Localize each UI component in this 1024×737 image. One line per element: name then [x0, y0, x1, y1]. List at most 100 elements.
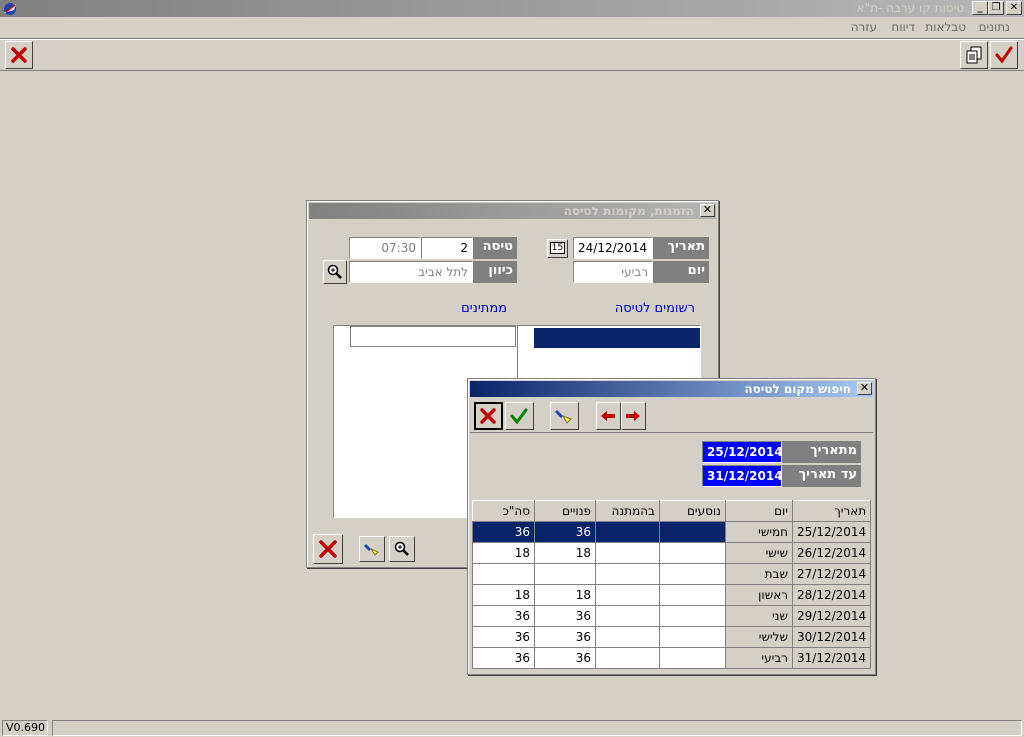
cell-date[interactable]: 29/12/2014 [791, 605, 872, 627]
direction-search-button[interactable] [323, 260, 347, 284]
cell-waiting[interactable] [595, 626, 660, 648]
search-dialog-title-bar: חיפוש מקום לטיסה [470, 381, 873, 397]
waiting-label: ממתינים [461, 301, 507, 316]
cell-free[interactable]: 36 [534, 605, 596, 627]
cell-total[interactable]: 18 [472, 584, 535, 606]
status-panel [52, 720, 1022, 736]
cell-day[interactable]: שבת [725, 563, 793, 585]
flight-label: טיסה [473, 237, 517, 259]
menu-tables[interactable]: טבלאות [925, 20, 966, 34]
cell-waiting[interactable] [595, 647, 660, 669]
column-header-free[interactable]: פנויים [534, 500, 596, 522]
flight-number-field[interactable]: 2 [421, 237, 473, 259]
column-header-total[interactable]: סה"כ [472, 500, 535, 522]
cell-day[interactable]: רביעי [725, 647, 793, 669]
confirm-button[interactable] [990, 41, 1018, 69]
cell-waiting[interactable] [595, 584, 660, 606]
table-row[interactable]: שבת 27/12/2014 [472, 563, 872, 585]
search-cancel-button[interactable] [474, 402, 503, 430]
column-header-day[interactable]: יום [725, 500, 793, 522]
cell-free[interactable]: 18 [534, 542, 596, 564]
search-dialog-title: חיפוש מקום לטיסה [744, 382, 851, 396]
app-title: טיסות קו ערבה -ת"א [856, 1, 964, 15]
cell-passengers[interactable] [659, 521, 726, 543]
table-row[interactable]: 36 36 שני 29/12/2014 [472, 605, 872, 627]
cell-total[interactable]: 36 [472, 605, 535, 627]
reservation-cancel-button[interactable] [313, 534, 343, 564]
flight-time-field[interactable]: 07:30 [349, 237, 421, 259]
table-row[interactable]: 36 36 שלישי 30/12/2014 [472, 626, 872, 648]
reservation-zoom-button[interactable] [389, 536, 415, 562]
date-field[interactable]: 24/12/2014 [573, 237, 653, 259]
cell-waiting[interactable] [595, 542, 660, 564]
cell-date[interactable]: 25/12/2014 [791, 521, 872, 543]
cell-day[interactable]: חמישי [725, 521, 793, 543]
cell-total[interactable]: 36 [472, 626, 535, 648]
search-dialog-close-button[interactable]: ✕ [857, 382, 872, 395]
flashlight-icon [555, 410, 572, 424]
cell-passengers[interactable] [659, 563, 726, 585]
cell-passengers[interactable] [659, 605, 726, 627]
cell-total[interactable]: 36 [472, 521, 535, 543]
cell-free[interactable]: 36 [534, 521, 596, 543]
cell-passengers[interactable] [659, 626, 726, 648]
close-window-button[interactable]: ✕ [1006, 1, 1022, 15]
search-confirm-button[interactable] [505, 402, 534, 430]
cell-total[interactable]: 18 [472, 542, 535, 564]
from-date-field[interactable]: 25/12/2014 [702, 441, 782, 463]
cell-date[interactable]: 30/12/2014 [791, 626, 872, 648]
cell-free[interactable]: 36 [534, 626, 596, 648]
column-header-waiting[interactable]: בהמתנה [595, 500, 660, 522]
cell-waiting[interactable] [595, 521, 660, 543]
red-x-icon [319, 540, 337, 558]
waiting-list-row[interactable] [350, 326, 516, 347]
calendar-button[interactable]: 15 [547, 239, 568, 258]
cell-date[interactable]: 28/12/2014 [791, 584, 872, 606]
column-header-date[interactable]: תאריך [791, 500, 872, 522]
menu-reports[interactable]: דיווח [891, 20, 915, 34]
day-label: יום [653, 261, 709, 283]
cell-day[interactable]: שישי [725, 542, 793, 564]
main-toolbar [0, 38, 1024, 71]
search-dialog: חיפוש מקום לטיסה ✕ מתאריך 25/12/2014 עד … [467, 378, 876, 675]
documents-button[interactable] [960, 41, 988, 69]
table-row[interactable]: 18 18 שישי 26/12/2014 [472, 542, 872, 564]
cell-day[interactable]: שלישי [725, 626, 793, 648]
reservation-dialog-close-button[interactable]: ✕ [700, 204, 715, 217]
to-date-field[interactable]: 31/12/2014 [702, 465, 782, 487]
cell-passengers[interactable] [659, 584, 726, 606]
menu-bar: נתונים טבלאות דיווח עזרה [0, 17, 1024, 38]
search-flashlight-button[interactable] [550, 402, 579, 430]
cell-waiting[interactable] [595, 605, 660, 627]
cell-date[interactable]: 31/12/2014 [791, 647, 872, 669]
flashlight-icon [364, 544, 379, 556]
cell-passengers[interactable] [659, 542, 726, 564]
cell-day[interactable]: שני [725, 605, 793, 627]
exit-button[interactable] [5, 41, 33, 69]
previous-arrow-button[interactable] [596, 402, 621, 430]
cell-free[interactable] [534, 563, 596, 585]
cell-free[interactable]: 36 [534, 647, 596, 669]
cell-total[interactable]: 36 [472, 647, 535, 669]
cell-passengers[interactable] [659, 647, 726, 669]
cell-free[interactable]: 18 [534, 584, 596, 606]
column-header-passengers[interactable]: נוסעים [659, 500, 726, 522]
next-arrow-button[interactable] [621, 402, 646, 430]
cell-waiting[interactable] [595, 563, 660, 585]
table-row[interactable]: 18 18 ראשון 28/12/2014 [472, 584, 872, 606]
reservation-flashlight-button[interactable] [359, 536, 385, 562]
table-row[interactable]: 36 36 חמישי 25/12/2014 [472, 521, 872, 543]
cell-total[interactable] [472, 563, 535, 585]
direction-field[interactable]: לתל אביב [349, 261, 473, 283]
table-row[interactable]: 36 36 רביעי 31/12/2014 [472, 647, 872, 669]
cell-date[interactable]: 27/12/2014 [791, 563, 872, 585]
cell-day[interactable]: ראשון [725, 584, 793, 606]
cell-date[interactable]: 26/12/2014 [791, 542, 872, 564]
app-title-bar: טיסות קו ערבה -ת"א _ ❐ ✕ [0, 0, 1024, 17]
menu-help[interactable]: עזרה [851, 20, 877, 34]
menu-data[interactable]: נתונים [979, 20, 1010, 34]
minimize-button[interactable]: _ [972, 1, 988, 15]
results-table[interactable]: סה"כ פנויים בהמתנה נוסעים יום תאריך 36 36… [472, 500, 872, 669]
registered-list-row-selected[interactable] [534, 328, 700, 348]
restore-button[interactable]: ❐ [988, 1, 1004, 15]
